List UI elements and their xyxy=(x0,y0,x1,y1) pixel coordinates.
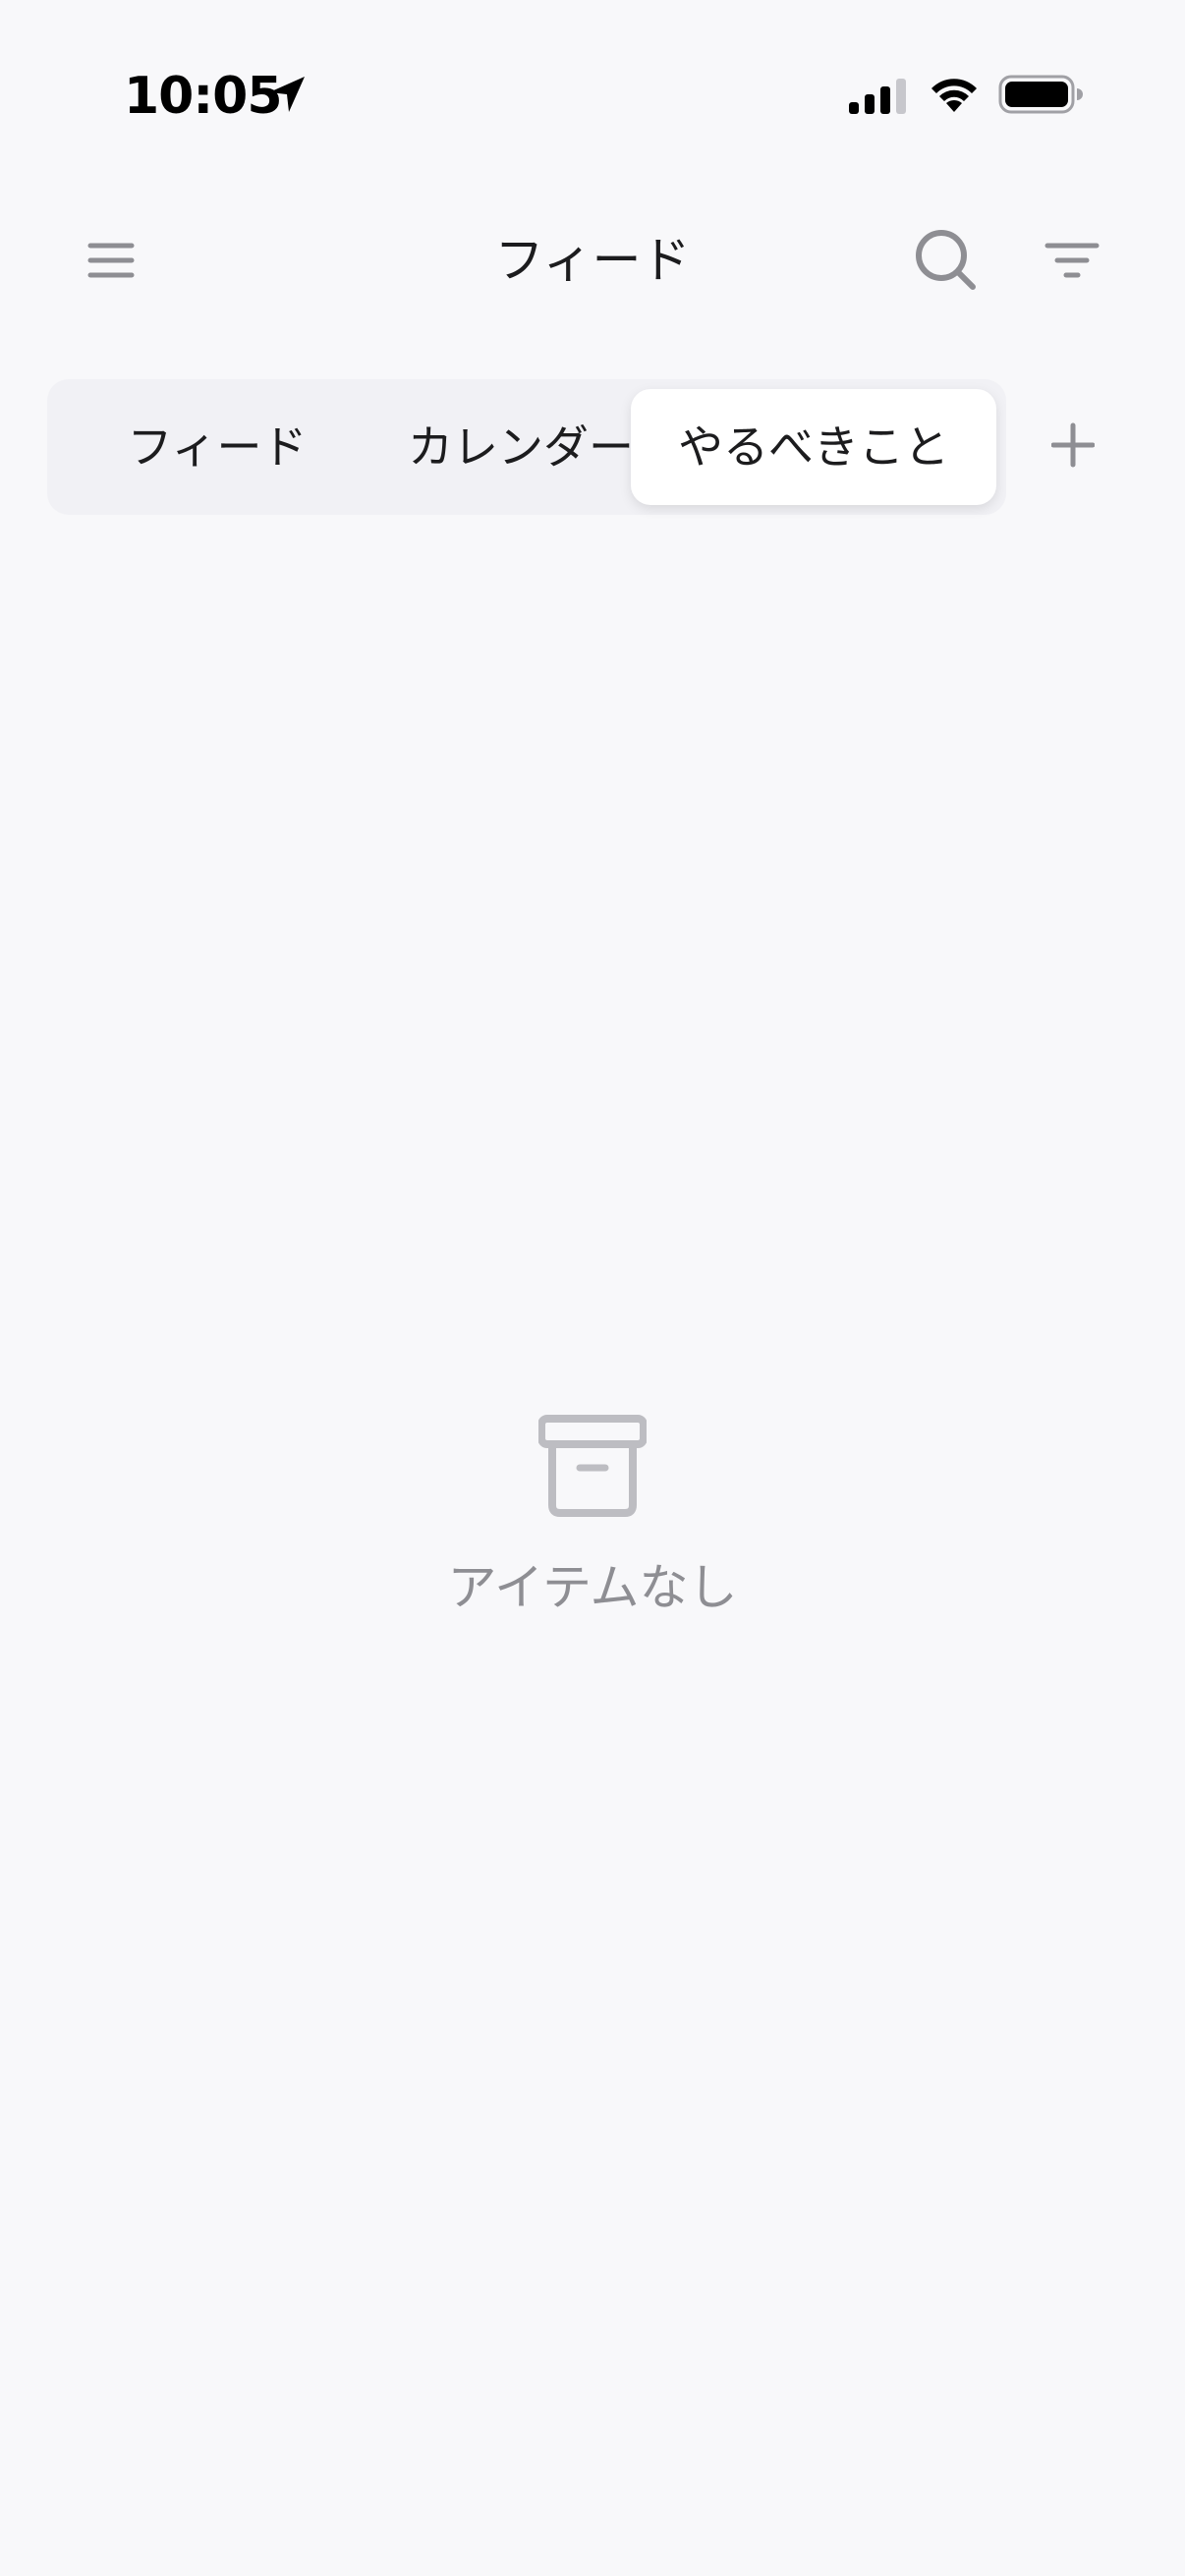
status-time: 10:05 xyxy=(124,67,283,126)
cellular-signal-icon xyxy=(849,79,906,114)
archive-box-icon xyxy=(538,1415,647,1517)
tab-calendar[interactable]: カレンダー xyxy=(373,389,668,505)
status-bar: 10:05 xyxy=(0,0,1185,187)
view-segmented-control: フィード カレンダー やるべきこと xyxy=(47,379,1006,515)
battery-icon xyxy=(998,75,1083,114)
page-title: フィード xyxy=(494,232,691,289)
filter-icon[interactable] xyxy=(1044,238,1100,283)
plus-icon[interactable] xyxy=(1051,420,1095,470)
tab-todo[interactable]: やるべきこと xyxy=(631,389,996,505)
location-arrow-icon xyxy=(269,77,305,112)
tab-feed[interactable]: フィード xyxy=(61,389,373,505)
wifi-icon xyxy=(931,79,977,112)
empty-state: アイテムなし xyxy=(0,1405,1185,1641)
nav-bar: フィード xyxy=(0,206,1185,314)
search-icon[interactable] xyxy=(912,226,981,295)
empty-message: アイテムなし xyxy=(447,1559,738,1616)
